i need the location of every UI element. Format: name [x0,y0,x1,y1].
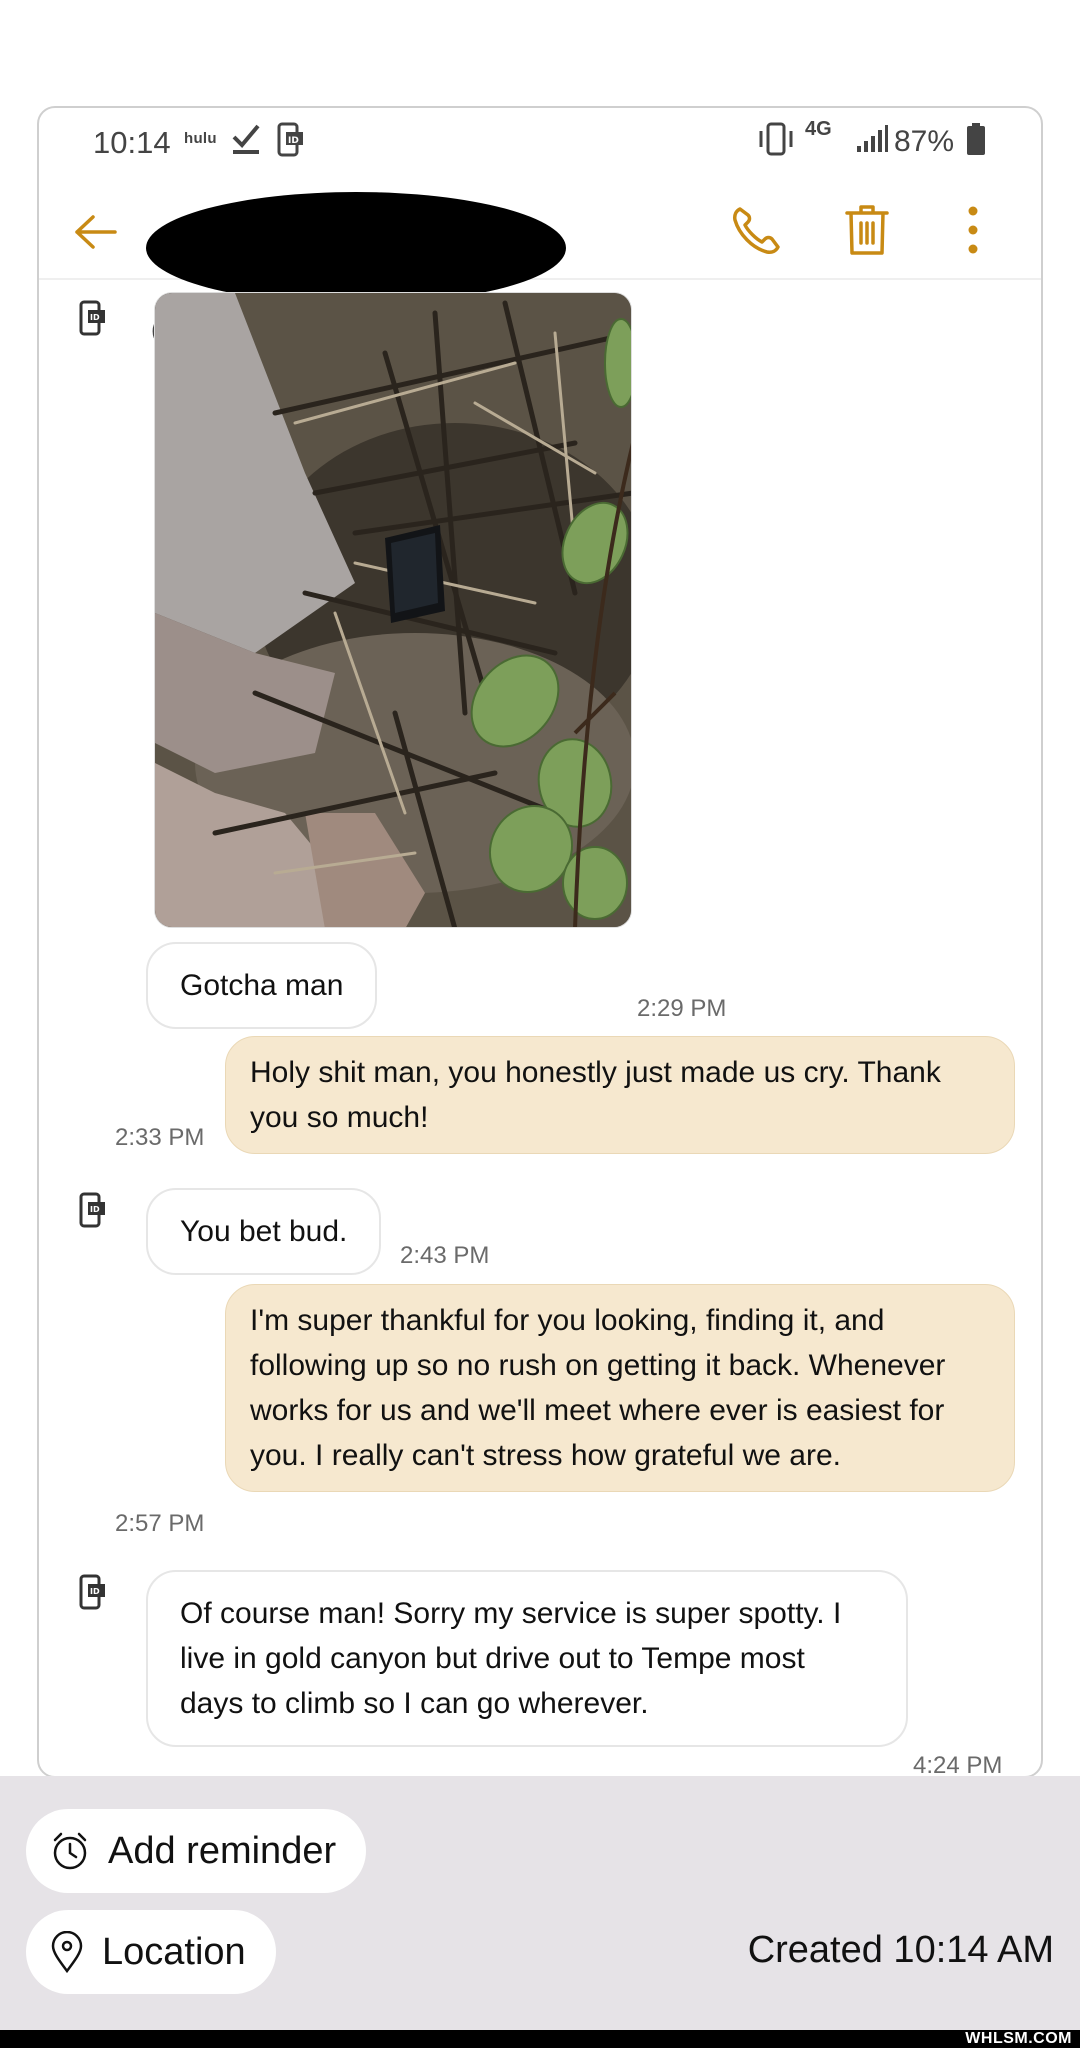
alarm-clock-icon [53,1832,87,1870]
message-text: Holy shit man, you honestly just made us… [250,1056,941,1134]
outgoing-message[interactable]: Holy shit man, you honestly just made us… [225,1036,1015,1154]
message-text: Of course man! Sorry my service is super… [180,1597,842,1720]
svg-text:ID: ID [288,136,299,146]
message-thread[interactable]: ID Gotcha man 2:29 PM 2:33 PM Holy shit … [39,282,1041,1778]
delete-button[interactable] [835,198,899,262]
network-type: 4G [805,118,832,140]
status-bar: 10:14 hulu ID 4G 87% [39,108,1041,180]
message-text: You bet bud. [180,1215,348,1248]
message-text: Gotcha man [180,969,344,1002]
message-timestamp: 2:43 PM [400,1242,490,1269]
image-attachment[interactable] [154,292,632,928]
add-reminder-button[interactable]: Add reminder [26,1809,367,1893]
phone-screen: 10:14 hulu ID 4G 87% ( [37,106,1043,1778]
conversation-header: ( [39,180,1041,344]
battery-icon [965,122,987,161]
message-timestamp: 2:57 PM [115,1510,205,1537]
incoming-message[interactable]: Gotcha man [146,942,378,1029]
watermark-bar: WHLSM.COM [0,2030,1080,2048]
sender-avatar-icon: ID [79,1572,109,1612]
caller-id-icon: ID [276,122,306,163]
battery-percent: 87% [894,125,955,158]
location-pin-icon [51,1931,83,1973]
status-time: 10:14 [93,125,171,160]
add-reminder-label: Add reminder [108,1829,337,1872]
message-text: I'm super thankful for you looking, find… [250,1304,946,1472]
signal-icon [855,124,889,159]
phone-icon [733,207,780,254]
location-button[interactable]: Location [26,1910,276,1994]
sender-avatar-icon: ID [79,1190,109,1230]
reminder-panel: Add reminder Location Created 10:14 AM [0,1776,1080,2030]
more-vertical-icon [968,206,978,254]
svg-text:ID: ID [90,1587,100,1596]
vibrate-icon [756,122,796,161]
message-timestamp: 2:29 PM [637,995,727,1022]
incoming-message[interactable]: You bet bud. [146,1188,382,1275]
check-icon [231,122,261,161]
more-options-button[interactable] [941,198,1005,262]
svg-text:ID: ID [90,313,100,322]
trash-icon [845,205,889,255]
message-timestamp: 2:33 PM [115,1124,205,1151]
hulu-notification-icon: hulu [184,130,217,147]
message-timestamp: 4:24 PM [913,1752,1003,1778]
arrow-left-icon [75,215,117,249]
outgoing-message[interactable]: I'm super thankful for you looking, find… [225,1284,1015,1492]
sender-avatar-icon: ID [79,298,109,338]
location-label: Location [102,1930,246,1973]
svg-text:ID: ID [90,1205,100,1214]
incoming-message[interactable]: Of course man! Sorry my service is super… [146,1570,908,1747]
watermark: WHLSM.COM [965,2030,1072,2047]
photo-image [155,293,631,927]
back-button[interactable] [63,200,127,264]
call-button[interactable] [725,198,789,262]
created-timestamp: Created 10:14 AM [747,1929,1054,1971]
